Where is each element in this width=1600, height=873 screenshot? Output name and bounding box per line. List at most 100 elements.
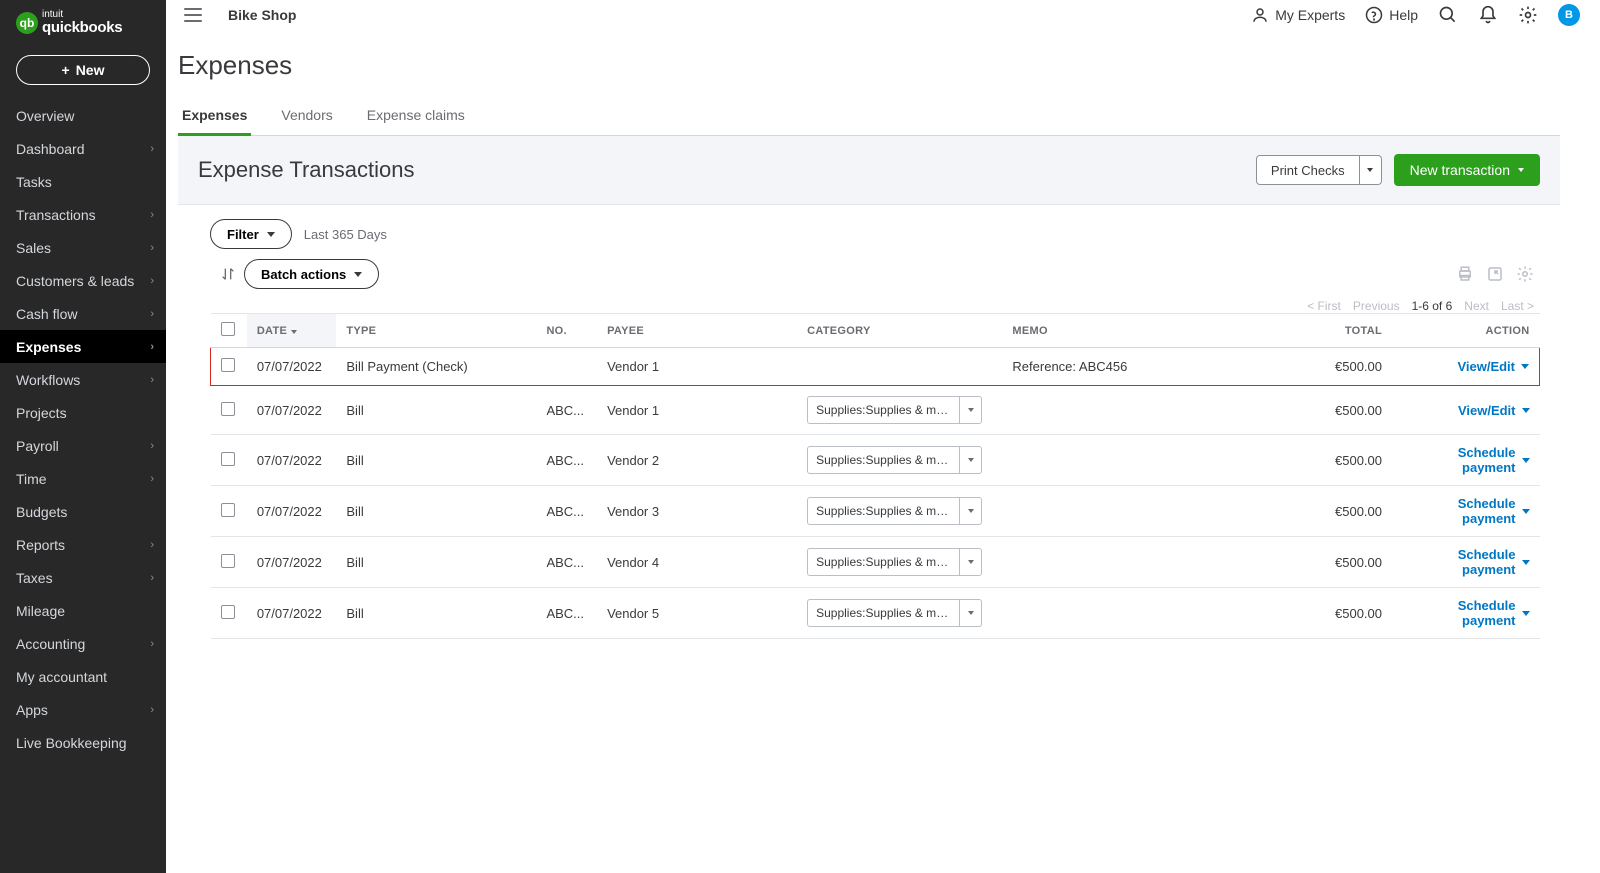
sidebar-item-label: My accountant [16, 669, 107, 685]
sidebar-item-sales[interactable]: Sales› [0, 231, 166, 264]
new-transaction-button[interactable]: New transaction [1394, 154, 1540, 186]
sidebar-item-label: Dashboard [16, 141, 85, 157]
col-memo[interactable]: MEMO [1002, 314, 1202, 348]
sidebar-item-projects[interactable]: Projects [0, 396, 166, 429]
sort-icon[interactable] [220, 266, 236, 282]
col-action[interactable]: ACTION [1392, 314, 1540, 348]
chevron-down-icon[interactable] [959, 600, 981, 626]
sidebar-item-apps[interactable]: Apps› [0, 693, 166, 726]
sidebar-item-reports[interactable]: Reports› [0, 528, 166, 561]
sidebar-item-mileage[interactable]: Mileage [0, 594, 166, 627]
tabs: Expenses Vendors Expense claims [178, 97, 1560, 136]
row-checkbox[interactable] [221, 358, 235, 372]
col-date[interactable]: DATE [247, 314, 337, 348]
row-checkbox[interactable] [221, 452, 235, 466]
tab-vendors[interactable]: Vendors [277, 97, 336, 135]
row-action-link[interactable]: Schedule payment [1402, 598, 1530, 628]
chevron-right-icon: › [150, 143, 154, 155]
tab-expense-claims[interactable]: Expense claims [363, 97, 469, 135]
my-experts-button[interactable]: My Experts [1251, 6, 1345, 24]
category-select[interactable]: Supplies:Supplies & materials [807, 599, 982, 627]
col-total[interactable]: TOTAL [1202, 314, 1392, 348]
sidebar-item-budgets[interactable]: Budgets [0, 495, 166, 528]
chevron-down-icon[interactable] [959, 447, 981, 473]
row-checkbox[interactable] [221, 554, 235, 568]
sidebar-item-expenses[interactable]: Expenses› [0, 330, 166, 363]
col-category[interactable]: CATEGORY [797, 314, 1002, 348]
row-action-link[interactable]: Schedule payment [1402, 496, 1530, 526]
sidebar-item-dashboard[interactable]: Dashboard › [0, 132, 166, 165]
chevron-down-icon [1522, 611, 1530, 616]
pager-next[interactable]: Next [1464, 299, 1489, 313]
chevron-down-icon [1367, 168, 1373, 172]
avatar[interactable]: B [1558, 4, 1580, 26]
pager-prev[interactable]: Previous [1353, 299, 1400, 313]
sidebar-item-live-bookkeeping[interactable]: Live Bookkeeping [0, 726, 166, 759]
sidebar-item-tasks[interactable]: Tasks [0, 165, 166, 198]
row-action-link[interactable]: View/Edit [1457, 359, 1529, 374]
cell-payee: Vendor 1 [597, 348, 797, 386]
batch-actions-button[interactable]: Batch actions [244, 259, 379, 289]
sidebar-item-customers-leads[interactable]: Customers & leads› [0, 264, 166, 297]
bell-icon[interactable] [1478, 5, 1498, 25]
tab-expenses[interactable]: Expenses [178, 97, 251, 135]
cell-no [536, 348, 597, 386]
pager-first[interactable]: < First [1307, 299, 1341, 313]
print-checks-button[interactable]: Print Checks [1256, 155, 1360, 185]
page-title: Expenses [178, 50, 1560, 81]
row-checkbox[interactable] [221, 605, 235, 619]
search-icon[interactable] [1438, 5, 1458, 25]
chevron-right-icon: › [150, 341, 154, 353]
gear-icon[interactable] [1516, 265, 1534, 283]
pager-last[interactable]: Last > [1501, 299, 1534, 313]
category-select[interactable]: Supplies:Supplies & materials [807, 548, 982, 576]
table-row[interactable]: 07/07/2022BillABC...Vendor 4Supplies:Sup… [211, 537, 1540, 588]
hamburger-icon[interactable] [182, 4, 204, 26]
brand-product: quickbooks [42, 20, 122, 35]
category-select[interactable]: Supplies:Supplies & materials [807, 396, 982, 424]
new-button[interactable]: + New [16, 55, 150, 85]
cell-type: Bill [336, 486, 536, 537]
chevron-down-icon [267, 232, 275, 237]
sidebar-item-my-accountant[interactable]: My accountant [0, 660, 166, 693]
chevron-down-icon[interactable] [959, 549, 981, 575]
row-checkbox[interactable] [221, 503, 235, 517]
table-row[interactable]: 07/07/2022BillABC...Vendor 5Supplies:Sup… [211, 588, 1540, 639]
new-button-label: New [76, 62, 105, 78]
row-checkbox[interactable] [221, 402, 235, 416]
print-checks-dropdown[interactable] [1360, 155, 1382, 185]
sidebar-item-time[interactable]: Time› [0, 462, 166, 495]
sidebar-item-workflows[interactable]: Workflows› [0, 363, 166, 396]
sidebar-item-accounting[interactable]: Accounting› [0, 627, 166, 660]
chevron-down-icon[interactable] [959, 397, 981, 423]
category-select[interactable]: Supplies:Supplies & materials [807, 497, 982, 525]
cell-action: View/Edit [1392, 386, 1540, 435]
gear-icon[interactable] [1518, 5, 1538, 25]
table-row[interactable]: 07/07/2022BillABC...Vendor 1Supplies:Sup… [211, 386, 1540, 435]
sidebar-item-taxes[interactable]: Taxes› [0, 561, 166, 594]
row-action-link[interactable]: View/Edit [1458, 403, 1530, 418]
row-action-link[interactable]: Schedule payment [1402, 547, 1530, 577]
export-icon[interactable] [1486, 265, 1504, 283]
filter-button[interactable]: Filter [210, 219, 292, 249]
print-icon[interactable] [1456, 265, 1474, 283]
table-row[interactable]: 07/07/2022Bill Payment (Check)Vendor 1Re… [211, 348, 1540, 386]
col-type[interactable]: TYPE [336, 314, 536, 348]
sidebar-item-overview[interactable]: Overview [0, 99, 166, 132]
row-action-link[interactable]: Schedule payment [1402, 445, 1530, 475]
sidebar-item-payroll[interactable]: Payroll› [0, 429, 166, 462]
table-row[interactable]: 07/07/2022BillABC...Vendor 2Supplies:Sup… [211, 435, 1540, 486]
category-select[interactable]: Supplies:Supplies & materials [807, 446, 982, 474]
cell-total: €500.00 [1202, 435, 1392, 486]
help-button[interactable]: Help [1365, 6, 1418, 24]
sidebar-item-label: Customers & leads [16, 273, 134, 289]
col-no[interactable]: NO. [536, 314, 597, 348]
sidebar-item-cash-flow[interactable]: Cash flow› [0, 297, 166, 330]
select-all-checkbox[interactable] [221, 322, 235, 336]
table-row[interactable]: 07/07/2022BillABC...Vendor 3Supplies:Sup… [211, 486, 1540, 537]
cell-action: Schedule payment [1392, 588, 1540, 639]
chevron-down-icon[interactable] [959, 498, 981, 524]
sidebar-item-transactions[interactable]: Transactions› [0, 198, 166, 231]
cell-category: Supplies:Supplies & materials [797, 588, 1002, 639]
col-payee[interactable]: PAYEE [597, 314, 797, 348]
